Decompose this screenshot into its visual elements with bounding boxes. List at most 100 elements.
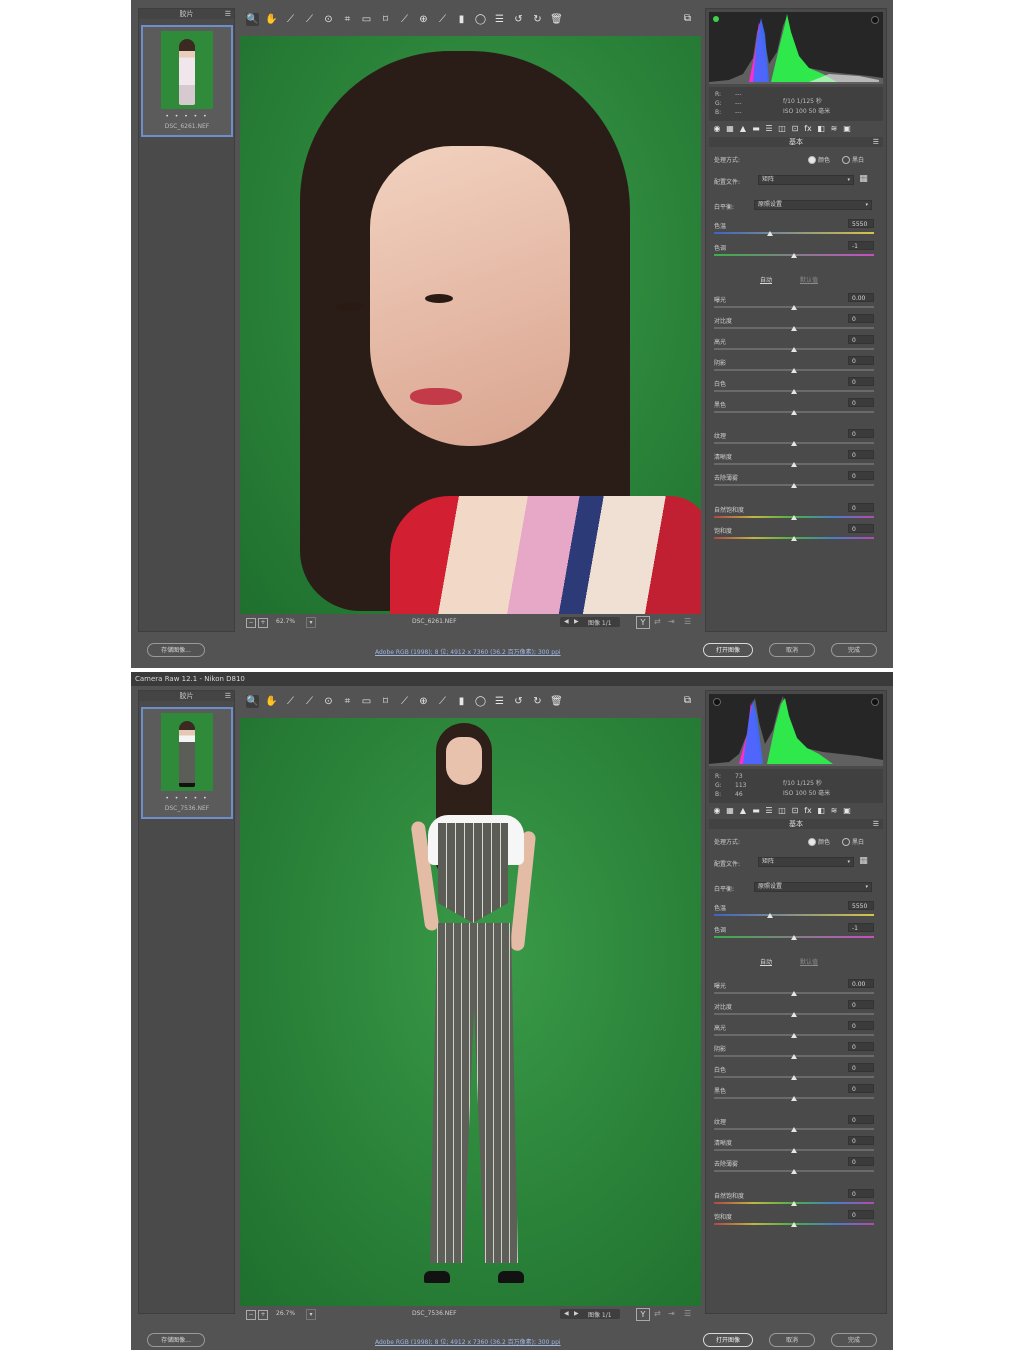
before-after-toggle[interactable]: Y <box>636 1308 650 1321</box>
slider-knob[interactable] <box>791 1096 797 1101</box>
red-eye-icon[interactable]: ⊕ <box>417 695 430 708</box>
slider-knob[interactable] <box>791 368 797 373</box>
slider-knob[interactable] <box>791 1012 797 1017</box>
slider-knob[interactable] <box>791 462 797 467</box>
rating-stars[interactable]: • • • • • <box>143 795 231 802</box>
filmstrip-thumbnail[interactable]: • • • • • DSC_6261.NEF <box>141 25 233 137</box>
slider-value[interactable]: -1 <box>848 923 874 932</box>
process-color-radio[interactable] <box>808 156 816 164</box>
preview-settings-icon[interactable]: ☰ <box>684 617 691 626</box>
prev-image-icon[interactable]: ◀ <box>564 618 569 625</box>
zoom-in-button[interactable]: + <box>258 618 268 628</box>
slider-knob[interactable] <box>791 1033 797 1038</box>
process-color-radio[interactable] <box>808 838 816 846</box>
shadow-clipping-icon[interactable] <box>713 698 721 706</box>
panel-menu-icon[interactable]: ☰ <box>873 819 879 829</box>
next-image-icon[interactable]: ▶ <box>574 618 579 625</box>
hsl-tab-icon[interactable]: ▬ <box>751 806 761 816</box>
profile-dropdown[interactable]: 矩阵 ▾ <box>758 857 854 867</box>
color-sampler-icon[interactable]: ⟋ <box>303 13 316 26</box>
slider-value[interactable]: 0 <box>848 1021 874 1030</box>
highlight-clipping-icon[interactable] <box>871 698 879 706</box>
slider-knob[interactable] <box>791 1201 797 1206</box>
slider-knob[interactable] <box>791 1169 797 1174</box>
slider-value[interactable]: 0 <box>848 429 874 438</box>
rotate-right-icon[interactable]: ↻ <box>531 13 544 26</box>
slider-knob[interactable] <box>791 1222 797 1227</box>
slider-knob[interactable] <box>791 515 797 520</box>
slider-value[interactable]: 0 <box>848 1189 874 1198</box>
slider-track[interactable] <box>714 914 874 916</box>
slider-value[interactable]: 5550 <box>848 219 874 228</box>
rotate-left-icon[interactable]: ↺ <box>512 695 525 708</box>
shadow-clipping-icon[interactable] <box>713 16 719 22</box>
target-adjust-icon[interactable]: ⊙ <box>322 695 335 708</box>
slider-knob[interactable] <box>791 410 797 415</box>
effects-tab-icon[interactable]: fx <box>803 806 813 816</box>
lens-tab-icon[interactable]: ◫ <box>777 806 787 816</box>
slider-value[interactable]: 0 <box>848 471 874 480</box>
slider-knob[interactable] <box>791 1127 797 1132</box>
slider-knob[interactable] <box>791 441 797 446</box>
open-image-button[interactable]: 打开图像 <box>703 643 753 657</box>
slider-knob[interactable] <box>791 1075 797 1080</box>
preview-settings-icon[interactable]: ☰ <box>684 1309 691 1318</box>
snapshots-tab-icon[interactable]: ▣ <box>842 806 852 816</box>
white-balance-icon[interactable]: ⟋ <box>284 695 297 708</box>
before-after-swap-icon[interactable]: ⇄ <box>654 1309 661 1318</box>
rotate-left-icon[interactable]: ↺ <box>512 13 525 26</box>
slider-value[interactable]: 0 <box>848 1000 874 1009</box>
cancel-button[interactable]: 取消 <box>769 643 815 657</box>
zoom-dropdown-icon[interactable]: ▾ <box>306 1309 316 1320</box>
slider-value[interactable]: 5550 <box>848 901 874 910</box>
filmstrip-menu-icon[interactable]: ☰ <box>225 9 231 19</box>
brush-icon[interactable]: ⟋ <box>436 695 449 708</box>
slider-value[interactable]: 0 <box>848 335 874 344</box>
trash-icon[interactable]: 🗑 <box>550 13 563 26</box>
graduated-filter-icon[interactable]: ▮ <box>455 695 468 708</box>
slider-value[interactable]: 0 <box>848 356 874 365</box>
slider-knob[interactable] <box>791 305 797 310</box>
zoom-in-button[interactable]: + <box>258 1310 268 1320</box>
fullscreen-icon[interactable]: ⧉ <box>681 694 694 707</box>
slider-value[interactable]: 0 <box>848 1157 874 1166</box>
slider-knob[interactable] <box>791 326 797 331</box>
red-eye-icon[interactable]: ⊕ <box>417 13 430 26</box>
slider-value[interactable]: 0 <box>848 450 874 459</box>
basic-tab-icon[interactable]: ◉ <box>712 806 722 816</box>
slider-value[interactable]: 0 <box>848 1115 874 1124</box>
slider-knob[interactable] <box>767 913 773 918</box>
filmstrip-menu-icon[interactable]: ☰ <box>225 691 231 701</box>
detail-tab-icon[interactable]: ▲ <box>738 806 748 816</box>
transform-icon[interactable]: ⌑ <box>379 13 392 26</box>
split-tone-tab-icon[interactable]: ☰ <box>764 806 774 816</box>
tone-curve-tab-icon[interactable]: ▦ <box>725 806 735 816</box>
slider-value[interactable]: -1 <box>848 241 874 250</box>
slider-value[interactable]: 0 <box>848 1210 874 1219</box>
hand-icon[interactable]: ✋ <box>265 13 278 26</box>
slider-value[interactable]: 0 <box>848 524 874 533</box>
slider-knob[interactable] <box>791 536 797 541</box>
workflow-options-link[interactable]: Adobe RGB (1998); 8 位; 4912 x 7360 (36.2… <box>375 1337 561 1346</box>
workflow-options-link[interactable]: Adobe RGB (1998); 8 位; 4912 x 7360 (36.2… <box>375 647 561 656</box>
slider-value[interactable]: 0 <box>848 377 874 386</box>
slider-knob[interactable] <box>791 347 797 352</box>
transform-tab-icon[interactable]: ⊡ <box>790 806 800 816</box>
done-button[interactable]: 完成 <box>831 643 877 657</box>
default-link[interactable]: 默认值 <box>800 957 818 966</box>
split-tone-tab-icon[interactable]: ☰ <box>764 124 774 134</box>
fullscreen-icon[interactable]: ⧉ <box>681 12 694 25</box>
slider-knob[interactable] <box>767 231 773 236</box>
radial-filter-icon[interactable]: ◯ <box>474 13 487 26</box>
slider-value[interactable]: 0.00 <box>848 979 874 988</box>
brush-icon[interactable]: ⟋ <box>436 13 449 26</box>
image-preview[interactable] <box>240 36 701 614</box>
graduated-filter-icon[interactable]: ▮ <box>455 13 468 26</box>
tone-curve-tab-icon[interactable]: ▦ <box>725 124 735 134</box>
slider-value[interactable]: 0 <box>848 1136 874 1145</box>
wb-dropdown[interactable]: 原照设置 ▾ <box>754 200 872 210</box>
before-after-toggle[interactable]: Y <box>636 616 650 629</box>
process-bw-radio[interactable] <box>842 838 850 846</box>
profile-dropdown[interactable]: 矩阵 ▾ <box>758 175 854 185</box>
slider-knob[interactable] <box>791 1148 797 1153</box>
